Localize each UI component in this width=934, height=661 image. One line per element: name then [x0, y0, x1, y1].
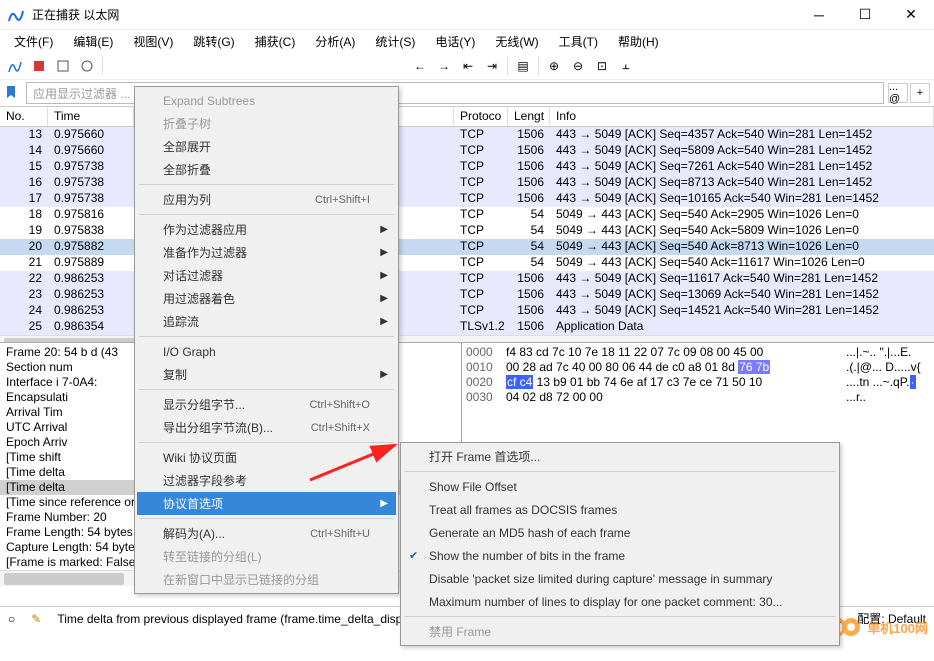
- menu-item[interactable]: I/O Graph: [137, 340, 396, 363]
- expert-icon[interactable]: ✎: [31, 612, 41, 626]
- menu-文件f[interactable]: 文件(F): [4, 31, 63, 52]
- zoom-11-icon[interactable]: ⊡: [591, 55, 613, 77]
- hex-row[interactable]: 003004 02 d8 72 00 00...r..: [462, 390, 934, 405]
- submenu-item[interactable]: ✔Show the number of bits in the frame: [403, 544, 837, 567]
- bookmark-icon[interactable]: [4, 85, 20, 101]
- menu-item: 在新窗口中显示已链接的分组: [137, 568, 396, 591]
- context-menu[interactable]: Expand Subtrees折叠子树全部展开全部折叠应用为列Ctrl+Shif…: [134, 86, 399, 594]
- submenu-item[interactable]: Maximum number of lines to display for o…: [403, 590, 837, 613]
- filter-add-button[interactable]: +: [910, 83, 930, 103]
- resize-cols-icon[interactable]: ⫠: [615, 55, 637, 77]
- menu-item[interactable]: 显示分组字节...Ctrl+Shift+O: [137, 393, 396, 416]
- menu-分析a[interactable]: 分析(A): [305, 31, 365, 52]
- menu-电话y[interactable]: 电话(Y): [425, 31, 485, 52]
- col-proto[interactable]: Protoco: [454, 107, 508, 126]
- col-len[interactable]: Lengt: [508, 107, 550, 126]
- menu-item: 折叠子树: [137, 112, 396, 135]
- menu-item[interactable]: Wiki 协议页面: [137, 446, 396, 469]
- menu-item[interactable]: 过滤器字段参考: [137, 469, 396, 492]
- menu-跳转g[interactable]: 跳转(G): [183, 31, 244, 52]
- zoom-in-icon[interactable]: ⊕: [543, 55, 565, 77]
- title-bar: 正在捕获 以太网 ─ ☐ ✕: [0, 0, 934, 30]
- col-info[interactable]: Info: [550, 107, 934, 126]
- menu-捕获c[interactable]: 捕获(C): [245, 31, 306, 52]
- menu-item[interactable]: 全部折叠: [137, 158, 396, 181]
- hex-row[interactable]: 0020cf c4 13 b9 01 bb 74 6e af 17 c3 7e …: [462, 375, 934, 390]
- col-no[interactable]: No.: [0, 107, 48, 126]
- menu-item[interactable]: 复制▶: [137, 363, 396, 386]
- minimize-button[interactable]: ─: [796, 0, 842, 30]
- window-title: 正在捕获 以太网: [32, 6, 796, 23]
- menu-item[interactable]: 导出分组字节流(B)...Ctrl+Shift+X: [137, 416, 396, 439]
- filter-expr-button[interactable]: ... @: [888, 83, 908, 103]
- hex-row[interactable]: 0000f4 83 cd 7c 10 7e 18 11 22 07 7c 09 …: [462, 345, 934, 360]
- menu-item[interactable]: 全部展开: [137, 135, 396, 158]
- close-button[interactable]: ✕: [888, 0, 934, 30]
- menu-bar: 文件(F)编辑(E)视图(V)跳转(G)捕获(C)分析(A)统计(S)电话(Y)…: [0, 30, 934, 52]
- menu-item[interactable]: 对话过滤器▶: [137, 264, 396, 287]
- menu-item[interactable]: 追踪流▶: [137, 310, 396, 333]
- menu-无线w[interactable]: 无线(W): [485, 31, 548, 52]
- menu-item[interactable]: 协议首选项▶: [137, 492, 396, 515]
- capture-options-icon[interactable]: [76, 55, 98, 77]
- menu-视图v[interactable]: 视图(V): [123, 31, 183, 52]
- ready-icon: ○: [8, 612, 15, 626]
- menu-item: 转至链接的分组(L): [137, 545, 396, 568]
- start-capture-icon[interactable]: [4, 55, 26, 77]
- menu-item[interactable]: 准备作为过滤器▶: [137, 241, 396, 264]
- app-icon: [6, 5, 26, 25]
- hex-row[interactable]: 001000 28 ad 7c 40 00 80 06 44 de c0 a8 …: [462, 360, 934, 375]
- submenu-item[interactable]: Treat all frames as DOCSIS frames: [403, 498, 837, 521]
- maximize-button[interactable]: ☐: [842, 0, 888, 30]
- goto-last-icon[interactable]: ⇤: [457, 55, 479, 77]
- submenu-item[interactable]: Generate an MD5 hash of each frame: [403, 521, 837, 544]
- menu-item[interactable]: 解码为(A)...Ctrl+Shift+U: [137, 522, 396, 545]
- nav-fwd-icon[interactable]: →: [433, 55, 455, 77]
- restart-capture-icon[interactable]: [52, 55, 74, 77]
- menu-item[interactable]: 作为过滤器应用▶: [137, 218, 396, 241]
- menu-帮助h[interactable]: 帮助(H): [608, 31, 669, 52]
- menu-item: Expand Subtrees: [137, 89, 396, 112]
- menu-item[interactable]: 应用为列Ctrl+Shift+I: [137, 188, 396, 211]
- nav-back-icon[interactable]: ←: [409, 55, 431, 77]
- protocol-prefs-submenu[interactable]: 打开 Frame 首选项... Show File OffsetTreat all…: [400, 442, 840, 646]
- submenu-item[interactable]: Show File Offset: [403, 475, 837, 498]
- autoscroll-icon[interactable]: ▤: [512, 55, 534, 77]
- menu-编辑e[interactable]: 编辑(E): [63, 31, 123, 52]
- main-toolbar: ← → ⇤ ⇥ ▤ ⊕ ⊖ ⊡ ⫠: [0, 52, 934, 80]
- submenu-item[interactable]: 打开 Frame 首选项...: [403, 445, 837, 468]
- menu-item[interactable]: 用过滤器着色▶: [137, 287, 396, 310]
- menu-工具t[interactable]: 工具(T): [549, 31, 608, 52]
- submenu-item: 禁用 Frame: [403, 620, 837, 643]
- col-time[interactable]: Time: [48, 107, 134, 126]
- goto-first-icon[interactable]: ⇥: [481, 55, 503, 77]
- stop-capture-icon[interactable]: [28, 55, 50, 77]
- menu-统计s[interactable]: 统计(S): [365, 31, 425, 52]
- submenu-item[interactable]: Disable 'packet size limited during capt…: [403, 567, 837, 590]
- zoom-out-icon[interactable]: ⊖: [567, 55, 589, 77]
